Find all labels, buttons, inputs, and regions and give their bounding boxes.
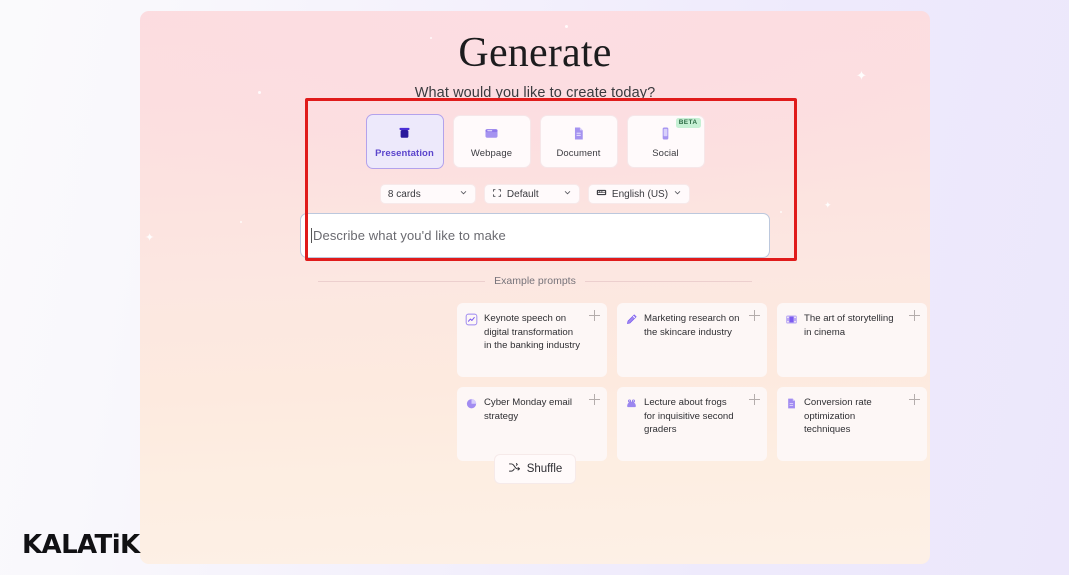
chevron-down-icon [459,188,468,200]
mobile-phone-icon [657,125,674,142]
brand-logo-part: K [120,530,140,560]
divider-line-right [584,280,753,282]
format-card-document[interactable]: Document [539,115,618,168]
shuffle-button[interactable]: Shuffle [493,454,577,484]
format-label: Presentation [375,147,434,159]
beta-badge: BETA [675,118,701,128]
language-value: English (US) [611,188,669,200]
generate-panel: ✦ ✦ ✦ Generate What would you like to cr… [140,11,930,564]
shuffle-label: Shuffle [526,463,563,475]
document-icon [785,396,798,453]
brand-logo: KALATiK [22,530,140,560]
format-card-webpage[interactable]: Webpage [452,115,531,168]
prompt-placeholder: Describe what you'd like to make [313,228,506,243]
frog-icon [625,396,638,453]
example-prompt-card[interactable]: Keynote speech on digital transformation… [457,303,607,377]
presentation-board-icon [396,125,413,142]
example-prompts-grid: Keynote speech on digital transformation… [457,303,927,461]
brand-logo-part: KALAT [22,530,112,560]
prompt-input[interactable]: Describe what you'd like to make [300,213,770,258]
frame-brackets-icon [492,188,502,201]
line-chart-icon [465,312,478,369]
language-dropdown[interactable]: English (US) [587,184,691,204]
plus-icon[interactable] [589,394,600,405]
format-card-social[interactable]: BETA Social [626,115,705,168]
format-label: Document [556,147,601,159]
divider-line-left [318,280,486,282]
page-subtitle: What would you like to create today? [414,85,656,102]
document-page-icon [570,125,587,142]
example-prompts-divider: Example prompts [318,275,753,287]
style-value: Default [506,188,539,200]
shuffle-icon [508,461,521,477]
chevron-down-icon [563,188,572,200]
format-selector: Presentation Webpage Document BETA Socia… [140,114,930,169]
example-prompt-card[interactable]: Marketing research on the skincare indus… [617,303,767,377]
example-prompt-text: Lecture about frogs for inquisitive seco… [644,397,734,436]
pie-chart-icon [465,396,478,453]
card-count-value: 8 cards [387,188,421,200]
brand-logo-part: i [111,530,121,560]
format-card-presentation[interactable]: Presentation [365,114,444,169]
page-title: Generate [458,30,612,76]
film-strip-icon [785,312,798,369]
chevron-down-icon [673,188,682,200]
example-prompt-text: Conversion rate optimization techniques [804,397,872,436]
example-prompts-label: Example prompts [494,275,576,287]
pen-icon [625,312,638,369]
example-prompt-card[interactable]: Conversion rate optimization techniques [777,387,927,461]
generation-options: 8 cards Default English (US) [140,184,930,204]
example-prompt-text: Cyber Monday email strategy [484,397,572,422]
example-prompt-text: Marketing research on the skincare indus… [644,313,740,338]
example-prompt-text: Keynote speech on digital transformation… [484,313,580,352]
example-prompt-card[interactable]: Cyber Monday email strategy [457,387,607,461]
browser-window-icon [483,125,500,142]
shuffle-area: Shuffle [140,454,930,484]
card-count-dropdown[interactable]: 8 cards [379,184,476,204]
keyboard-icon [596,187,607,201]
format-label: Webpage [470,147,513,159]
example-prompt-text: The art of storytelling in cinema [804,313,894,338]
style-dropdown[interactable]: Default [483,184,580,204]
text-caret [311,228,312,243]
page-header: Generate What would you like to create t… [140,28,930,101]
plus-icon[interactable] [589,310,600,321]
format-label: Social [652,147,679,159]
example-prompt-card[interactable]: Lecture about frogs for inquisitive seco… [617,387,767,461]
plus-icon[interactable] [749,310,760,321]
plus-icon[interactable] [909,394,920,405]
example-prompt-card[interactable]: The art of storytelling in cinema [777,303,927,377]
plus-icon[interactable] [749,394,760,405]
prompt-input-area: Describe what you'd like to make [140,213,930,258]
plus-icon[interactable] [909,310,920,321]
